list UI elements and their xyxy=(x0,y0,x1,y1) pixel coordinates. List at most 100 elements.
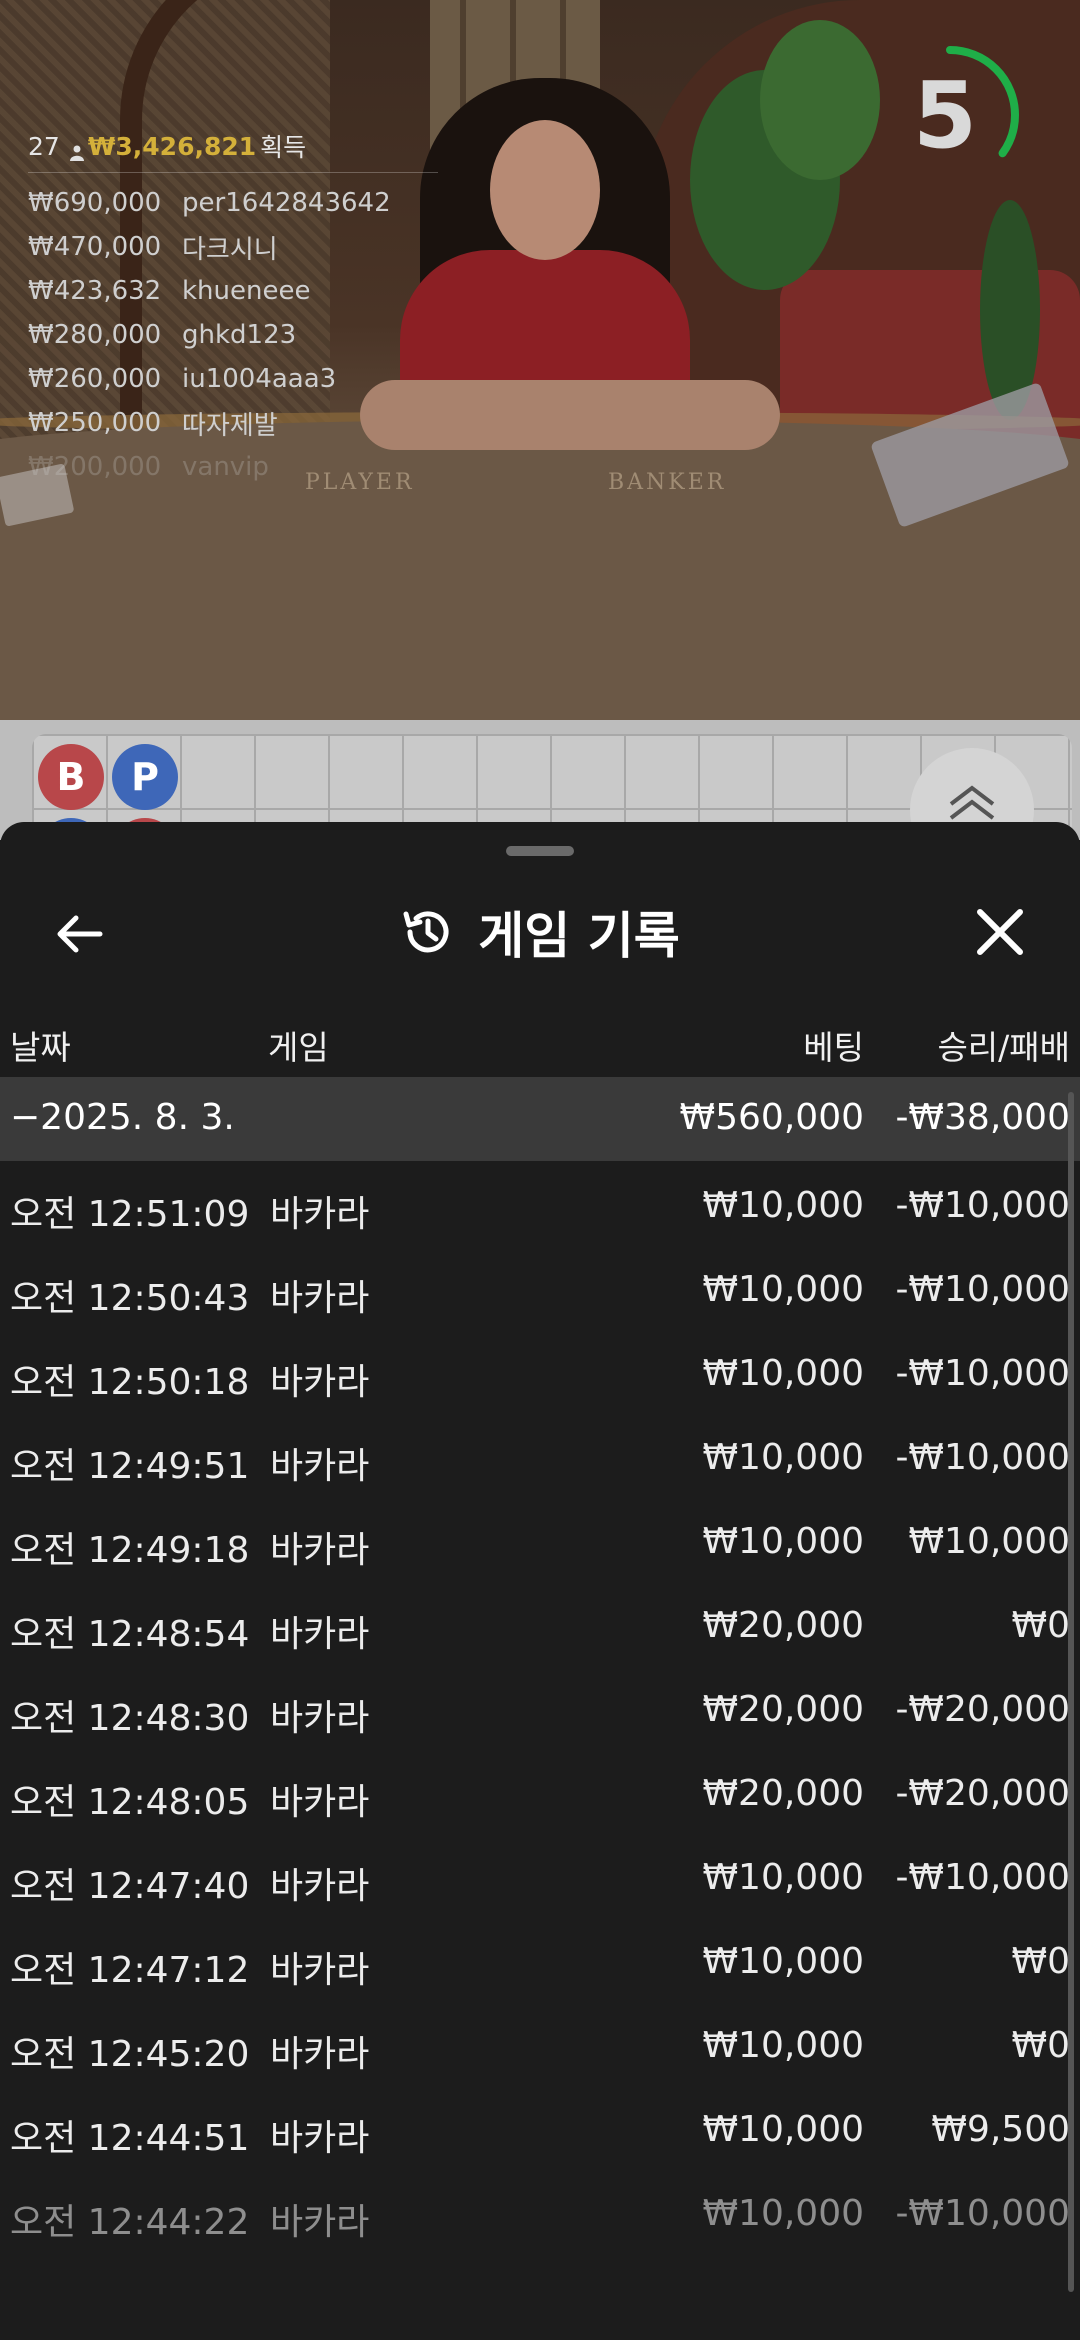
entry-amount: ₩200,000 xyxy=(28,452,162,482)
date-group-row[interactable]: −2025. 8. 3. ₩560,000 -₩38,000 xyxy=(0,1077,1080,1161)
leaderboard-header: 27 ₩3,426,821 획득 xyxy=(28,128,438,173)
entry-name: iu1004aaa3 xyxy=(182,364,337,394)
close-icon xyxy=(977,909,1023,955)
winners-leaderboard: 27 ₩3,426,821 획득 ₩690,000 per1642843642 ₩4… xyxy=(28,128,438,489)
row-result: -₩10,000 xyxy=(895,1857,1070,1898)
history-row[interactable]: 오전 12:48:30 바카라 ₩20,000 -₩20,000 xyxy=(0,1665,1080,1749)
row-result: -₩10,000 xyxy=(895,2193,1070,2234)
history-row[interactable]: 오전 12:50:43 바카라 ₩10,000 -₩10,000 xyxy=(0,1245,1080,1329)
history-row[interactable]: 오전 12:47:12 바카라 ₩10,000 ₩0 xyxy=(0,1917,1080,2001)
row-result: -₩20,000 xyxy=(895,1773,1070,1814)
row-time: 오전 12:51:09 xyxy=(10,1194,250,1235)
row-bet: ₩10,000 xyxy=(702,2025,864,2066)
row-result: ₩10,000 xyxy=(908,1521,1070,1562)
group-bet-total: ₩560,000 xyxy=(679,1097,864,1138)
entry-amount: ₩470,000 xyxy=(28,232,162,262)
row-time: 오전 12:47:12 xyxy=(10,1950,250,1991)
row-time: 오전 12:49:18 xyxy=(10,1530,250,1571)
row-bet: ₩10,000 xyxy=(702,2193,864,2234)
column-headers: 날짜 게임 베팅 승리/패배 xyxy=(0,1007,1080,1077)
entry-name: per1642843642 xyxy=(182,188,391,218)
row-result: ₩9,500 xyxy=(931,2109,1070,2150)
player-count: 27 xyxy=(28,131,60,161)
row-bet: ₩10,000 xyxy=(702,1353,864,1394)
col-date: 날짜 xyxy=(10,1028,71,1067)
row-time: 오전 12:45:20 xyxy=(10,2034,250,2075)
history-row[interactable]: 오전 12:49:18 바카라 ₩10,000 ₩10,000 xyxy=(0,1497,1080,1581)
history-row[interactable]: 오전 12:49:51 바카라 ₩10,000 -₩10,000 xyxy=(0,1413,1080,1497)
row-game: 바카라 xyxy=(270,1530,370,1571)
row-time: 오전 12:44:51 xyxy=(10,2118,250,2159)
row-result: -₩10,000 xyxy=(895,1353,1070,1394)
game-history-sheet: 게임 기록 날짜 게임 베팅 승리/패배 −2025. 8. 3. ₩560,0… xyxy=(0,822,1080,2340)
leaderboard-entry: ₩260,000 iu1004aaa3 xyxy=(28,357,438,401)
history-row[interactable]: 오전 12:48:54 바카라 ₩20,000 ₩0 xyxy=(0,1581,1080,1665)
total-suffix: 획득 xyxy=(260,133,307,162)
row-result: ₩0 xyxy=(1011,1605,1071,1646)
row-result: ₩0 xyxy=(1011,1941,1071,1982)
row-game: 바카라 xyxy=(270,1698,370,1739)
history-list: 오전 12:51:09 바카라 ₩10,000 -₩10,000 오전 12:50:43… xyxy=(0,1161,1080,2253)
row-time: 오전 12:49:51 xyxy=(10,1446,250,1487)
row-game: 바카라 xyxy=(270,2034,370,2075)
row-game: 바카라 xyxy=(270,1782,370,1823)
row-time: 오전 12:47:40 xyxy=(10,1866,250,1907)
row-bet: ₩10,000 xyxy=(702,1941,864,1982)
leaderboard-entry: ₩200,000 vanvip xyxy=(28,445,438,489)
entry-name: 따자제발 xyxy=(182,410,278,441)
row-game: 바카라 xyxy=(270,1194,370,1235)
group-result-total: -₩38,000 xyxy=(895,1097,1070,1138)
row-game: 바카라 xyxy=(270,1446,370,1487)
leaderboard-entry: ₩423,632 khueneee xyxy=(28,269,438,313)
entry-name: vanvip xyxy=(182,452,269,482)
row-bet: ₩10,000 xyxy=(702,1185,864,1226)
history-row[interactable]: 오전 12:48:05 바카라 ₩20,000 -₩20,000 xyxy=(0,1749,1080,1833)
group-date: −2025. 8. 3. xyxy=(10,1097,235,1138)
row-time: 오전 12:48:30 xyxy=(10,1698,250,1739)
entry-amount: ₩423,632 xyxy=(28,276,162,306)
sheet-title: 게임 기록 xyxy=(478,907,680,965)
person-icon xyxy=(69,138,84,161)
history-icon xyxy=(403,911,449,953)
entry-amount: ₩690,000 xyxy=(28,188,162,218)
row-bet: ₩20,000 xyxy=(702,1773,864,1814)
history-row[interactable]: 오전 12:50:18 바카라 ₩10,000 -₩10,000 xyxy=(0,1329,1080,1413)
history-row[interactable]: 오전 12:51:09 바카라 ₩10,000 -₩10,000 xyxy=(0,1161,1080,1245)
plant xyxy=(760,20,880,180)
row-game: 바카라 xyxy=(270,1950,370,1991)
row-bet: ₩10,000 xyxy=(702,1437,864,1478)
leaderboard-entry: ₩280,000 ghkd123 xyxy=(28,313,438,357)
sheet-header: 게임 기록 xyxy=(0,872,1080,992)
entry-amount: ₩280,000 xyxy=(28,320,162,350)
entry-name: ghkd123 xyxy=(182,320,297,350)
row-time: 오전 12:50:18 xyxy=(10,1362,250,1403)
row-result: -₩20,000 xyxy=(895,1689,1070,1730)
history-row[interactable]: 오전 12:45:20 바카라 ₩10,000 ₩0 xyxy=(0,2001,1080,2085)
row-bet: ₩10,000 xyxy=(702,1857,864,1898)
row-game: 바카라 xyxy=(270,2118,370,2159)
history-row[interactable]: 오전 12:44:51 바카라 ₩10,000 ₩9,500 xyxy=(0,2085,1080,2169)
row-time: 오전 12:48:05 xyxy=(10,1782,250,1823)
col-bet: 베팅 xyxy=(803,1028,864,1067)
leaderboard-entry: ₩250,000 따자제발 xyxy=(28,401,438,445)
banker-label: BANKER xyxy=(608,470,727,495)
row-game: 바카라 xyxy=(270,1362,370,1403)
row-result: ₩0 xyxy=(1011,2025,1071,2066)
dealer-face xyxy=(490,120,600,260)
row-result: -₩10,000 xyxy=(895,1269,1070,1310)
history-row[interactable]: 오전 12:47:40 바카라 ₩10,000 -₩10,000 xyxy=(0,1833,1080,1917)
bead-banker: B xyxy=(38,744,104,810)
live-video[interactable]: PLAYER BANKER 27 ₩3,426,821 획득 ₩690,000 p… xyxy=(0,0,1080,720)
entry-amount: ₩250,000 xyxy=(28,408,162,438)
col-result: 승리/패배 xyxy=(937,1028,1070,1067)
scrollbar[interactable] xyxy=(1068,1092,1074,2292)
history-row[interactable]: 오전 12:44:22 바카라 ₩10,000 -₩10,000 xyxy=(0,2169,1080,2253)
row-time: 오전 12:48:54 xyxy=(10,1614,250,1655)
entry-name: khueneee xyxy=(182,276,311,306)
close-button[interactable] xyxy=(970,902,1030,962)
total-winnings: ₩3,426,821 xyxy=(87,131,257,161)
row-game: 바카라 xyxy=(270,2202,370,2243)
sheet-grabber[interactable] xyxy=(506,846,574,856)
row-bet: ₩20,000 xyxy=(702,1689,864,1730)
row-bet: ₩10,000 xyxy=(702,1521,864,1562)
